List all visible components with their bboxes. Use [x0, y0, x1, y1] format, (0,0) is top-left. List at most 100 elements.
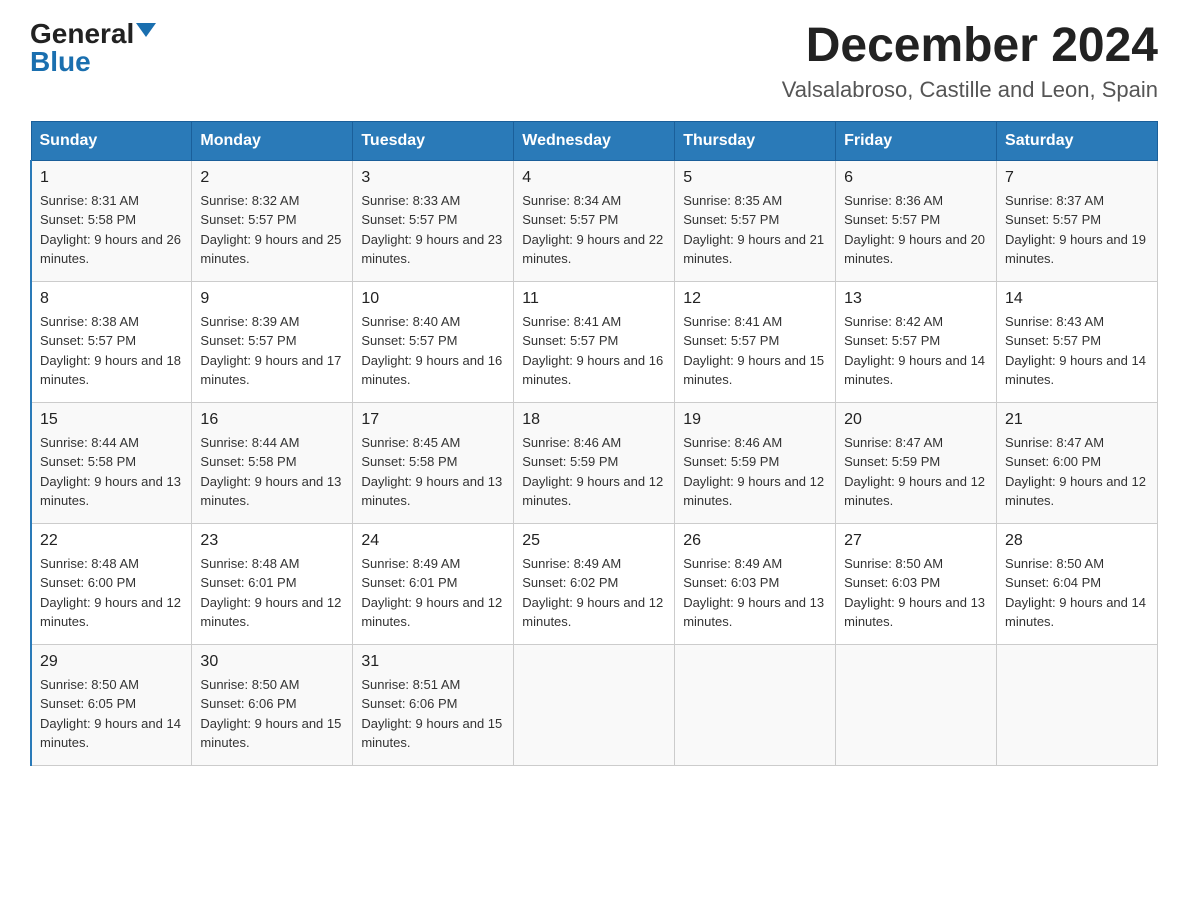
- calendar-cell: 4 Sunrise: 8:34 AM Sunset: 5:57 PM Dayli…: [514, 160, 675, 281]
- calendar-cell: 22 Sunrise: 8:48 AM Sunset: 6:00 PM Dayl…: [31, 523, 192, 644]
- day-number: 20: [844, 411, 988, 429]
- calendar-cell: 28 Sunrise: 8:50 AM Sunset: 6:04 PM Dayl…: [997, 523, 1158, 644]
- calendar-cell: 25 Sunrise: 8:49 AM Sunset: 6:02 PM Dayl…: [514, 523, 675, 644]
- day-number: 1: [40, 169, 183, 187]
- calendar-header-row: SundayMondayTuesdayWednesdayThursdayFrid…: [31, 121, 1158, 160]
- calendar-cell: 1 Sunrise: 8:31 AM Sunset: 5:58 PM Dayli…: [31, 160, 192, 281]
- day-number: 13: [844, 290, 988, 308]
- calendar-cell: 30 Sunrise: 8:50 AM Sunset: 6:06 PM Dayl…: [192, 644, 353, 765]
- day-number: 17: [361, 411, 505, 429]
- day-info: Sunrise: 8:41 AM Sunset: 5:57 PM Dayligh…: [522, 312, 666, 390]
- day-info: Sunrise: 8:46 AM Sunset: 5:59 PM Dayligh…: [522, 433, 666, 511]
- day-info: Sunrise: 8:40 AM Sunset: 5:57 PM Dayligh…: [361, 312, 505, 390]
- day-number: 30: [200, 653, 344, 671]
- day-number: 9: [200, 290, 344, 308]
- day-info: Sunrise: 8:50 AM Sunset: 6:05 PM Dayligh…: [40, 675, 183, 753]
- calendar-cell: 7 Sunrise: 8:37 AM Sunset: 5:57 PM Dayli…: [997, 160, 1158, 281]
- day-info: Sunrise: 8:35 AM Sunset: 5:57 PM Dayligh…: [683, 191, 827, 269]
- day-info: Sunrise: 8:49 AM Sunset: 6:02 PM Dayligh…: [522, 554, 666, 632]
- day-number: 28: [1005, 532, 1149, 550]
- calendar-cell: 14 Sunrise: 8:43 AM Sunset: 5:57 PM Dayl…: [997, 281, 1158, 402]
- calendar-cell: 27 Sunrise: 8:50 AM Sunset: 6:03 PM Dayl…: [836, 523, 997, 644]
- calendar-cell: 12 Sunrise: 8:41 AM Sunset: 5:57 PM Dayl…: [675, 281, 836, 402]
- calendar-header-monday: Monday: [192, 121, 353, 160]
- calendar-week-row: 22 Sunrise: 8:48 AM Sunset: 6:00 PM Dayl…: [31, 523, 1158, 644]
- day-info: Sunrise: 8:44 AM Sunset: 5:58 PM Dayligh…: [200, 433, 344, 511]
- day-number: 18: [522, 411, 666, 429]
- logo: General Blue: [30, 20, 156, 76]
- day-info: Sunrise: 8:49 AM Sunset: 6:03 PM Dayligh…: [683, 554, 827, 632]
- day-info: Sunrise: 8:33 AM Sunset: 5:57 PM Dayligh…: [361, 191, 505, 269]
- day-info: Sunrise: 8:41 AM Sunset: 5:57 PM Dayligh…: [683, 312, 827, 390]
- logo-general-text: General: [30, 20, 134, 48]
- calendar-week-row: 29 Sunrise: 8:50 AM Sunset: 6:05 PM Dayl…: [31, 644, 1158, 765]
- day-info: Sunrise: 8:38 AM Sunset: 5:57 PM Dayligh…: [40, 312, 183, 390]
- day-number: 21: [1005, 411, 1149, 429]
- calendar-cell: 11 Sunrise: 8:41 AM Sunset: 5:57 PM Dayl…: [514, 281, 675, 402]
- day-info: Sunrise: 8:50 AM Sunset: 6:04 PM Dayligh…: [1005, 554, 1149, 632]
- day-number: 24: [361, 532, 505, 550]
- day-number: 10: [361, 290, 505, 308]
- day-info: Sunrise: 8:34 AM Sunset: 5:57 PM Dayligh…: [522, 191, 666, 269]
- calendar-cell: 19 Sunrise: 8:46 AM Sunset: 5:59 PM Dayl…: [675, 402, 836, 523]
- day-number: 31: [361, 653, 505, 671]
- calendar-cell: 16 Sunrise: 8:44 AM Sunset: 5:58 PM Dayl…: [192, 402, 353, 523]
- day-info: Sunrise: 8:32 AM Sunset: 5:57 PM Dayligh…: [200, 191, 344, 269]
- calendar-cell: [514, 644, 675, 765]
- day-number: 15: [40, 411, 183, 429]
- day-info: Sunrise: 8:47 AM Sunset: 6:00 PM Dayligh…: [1005, 433, 1149, 511]
- page-header: General Blue December 2024 Valsalabroso,…: [30, 20, 1158, 103]
- day-number: 27: [844, 532, 988, 550]
- day-number: 6: [844, 169, 988, 187]
- day-info: Sunrise: 8:43 AM Sunset: 5:57 PM Dayligh…: [1005, 312, 1149, 390]
- month-title: December 2024: [782, 20, 1158, 73]
- calendar-cell: 21 Sunrise: 8:47 AM Sunset: 6:00 PM Dayl…: [997, 402, 1158, 523]
- day-info: Sunrise: 8:36 AM Sunset: 5:57 PM Dayligh…: [844, 191, 988, 269]
- day-info: Sunrise: 8:45 AM Sunset: 5:58 PM Dayligh…: [361, 433, 505, 511]
- day-number: 5: [683, 169, 827, 187]
- day-number: 11: [522, 290, 666, 308]
- calendar-cell: 13 Sunrise: 8:42 AM Sunset: 5:57 PM Dayl…: [836, 281, 997, 402]
- calendar-header-wednesday: Wednesday: [514, 121, 675, 160]
- day-number: 23: [200, 532, 344, 550]
- day-number: 25: [522, 532, 666, 550]
- calendar-week-row: 1 Sunrise: 8:31 AM Sunset: 5:58 PM Dayli…: [31, 160, 1158, 281]
- logo-blue-text: Blue: [30, 48, 91, 76]
- logo-triangle-icon: [136, 23, 156, 37]
- location-title: Valsalabroso, Castille and Leon, Spain: [782, 77, 1158, 103]
- day-number: 4: [522, 169, 666, 187]
- calendar-cell: 17 Sunrise: 8:45 AM Sunset: 5:58 PM Dayl…: [353, 402, 514, 523]
- calendar-header-thursday: Thursday: [675, 121, 836, 160]
- day-info: Sunrise: 8:49 AM Sunset: 6:01 PM Dayligh…: [361, 554, 505, 632]
- day-info: Sunrise: 8:37 AM Sunset: 5:57 PM Dayligh…: [1005, 191, 1149, 269]
- calendar-week-row: 15 Sunrise: 8:44 AM Sunset: 5:58 PM Dayl…: [31, 402, 1158, 523]
- calendar-cell: 26 Sunrise: 8:49 AM Sunset: 6:03 PM Dayl…: [675, 523, 836, 644]
- day-number: 16: [200, 411, 344, 429]
- calendar-cell: 24 Sunrise: 8:49 AM Sunset: 6:01 PM Dayl…: [353, 523, 514, 644]
- day-number: 14: [1005, 290, 1149, 308]
- day-info: Sunrise: 8:47 AM Sunset: 5:59 PM Dayligh…: [844, 433, 988, 511]
- day-number: 8: [40, 290, 183, 308]
- calendar-cell: 2 Sunrise: 8:32 AM Sunset: 5:57 PM Dayli…: [192, 160, 353, 281]
- day-info: Sunrise: 8:42 AM Sunset: 5:57 PM Dayligh…: [844, 312, 988, 390]
- calendar-cell: 29 Sunrise: 8:50 AM Sunset: 6:05 PM Dayl…: [31, 644, 192, 765]
- calendar-cell: 18 Sunrise: 8:46 AM Sunset: 5:59 PM Dayl…: [514, 402, 675, 523]
- day-info: Sunrise: 8:39 AM Sunset: 5:57 PM Dayligh…: [200, 312, 344, 390]
- day-info: Sunrise: 8:31 AM Sunset: 5:58 PM Dayligh…: [40, 191, 183, 269]
- day-info: Sunrise: 8:46 AM Sunset: 5:59 PM Dayligh…: [683, 433, 827, 511]
- calendar-header-tuesday: Tuesday: [353, 121, 514, 160]
- calendar-week-row: 8 Sunrise: 8:38 AM Sunset: 5:57 PM Dayli…: [31, 281, 1158, 402]
- calendar-cell: 31 Sunrise: 8:51 AM Sunset: 6:06 PM Dayl…: [353, 644, 514, 765]
- day-number: 2: [200, 169, 344, 187]
- calendar-header-friday: Friday: [836, 121, 997, 160]
- calendar-cell: 9 Sunrise: 8:39 AM Sunset: 5:57 PM Dayli…: [192, 281, 353, 402]
- calendar-cell: 10 Sunrise: 8:40 AM Sunset: 5:57 PM Dayl…: [353, 281, 514, 402]
- calendar-cell: [675, 644, 836, 765]
- day-info: Sunrise: 8:44 AM Sunset: 5:58 PM Dayligh…: [40, 433, 183, 511]
- day-number: 3: [361, 169, 505, 187]
- calendar-cell: 3 Sunrise: 8:33 AM Sunset: 5:57 PM Dayli…: [353, 160, 514, 281]
- day-info: Sunrise: 8:48 AM Sunset: 6:01 PM Dayligh…: [200, 554, 344, 632]
- day-number: 29: [40, 653, 183, 671]
- day-info: Sunrise: 8:48 AM Sunset: 6:00 PM Dayligh…: [40, 554, 183, 632]
- day-number: 19: [683, 411, 827, 429]
